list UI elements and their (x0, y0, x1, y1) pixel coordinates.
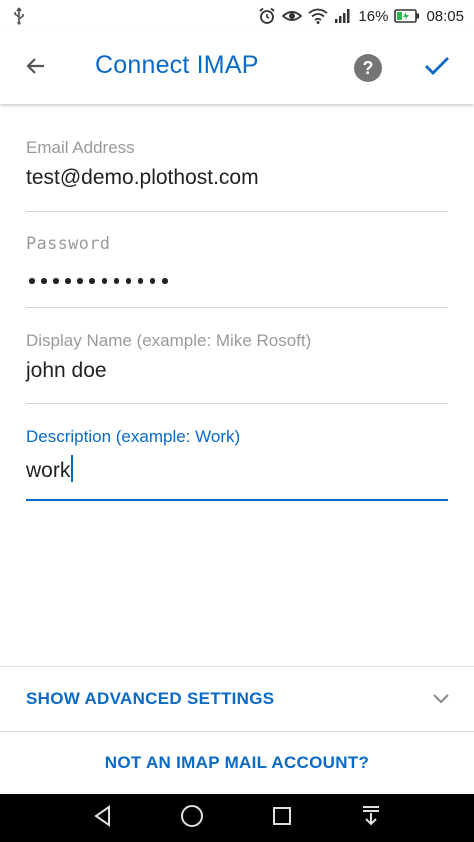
status-bar: 16% 08:05 (0, 0, 474, 32)
back-arrow-icon (24, 54, 48, 83)
system-nav-bar (0, 794, 474, 842)
password-label: Password (26, 234, 111, 254)
app-bar: Connect IMAP ? (0, 32, 474, 104)
display-name-underline (26, 403, 448, 404)
email-label: Email Address (26, 138, 135, 157)
page-title: Connect IMAP (95, 51, 259, 79)
description-underline (26, 499, 448, 501)
wifi-icon (308, 8, 328, 24)
password-mask-dot (29, 278, 35, 284)
email-field[interactable]: Email Address test@demo.plothost.com (26, 138, 448, 213)
alarm-icon (258, 7, 276, 25)
usb-icon (12, 7, 26, 25)
nav-home-icon (179, 803, 205, 834)
screen: 16% 08:05 Connect IMAP ? Email Address t… (0, 0, 474, 842)
text-cursor (71, 455, 74, 482)
status-icons: 16% 08:05 (258, 0, 464, 32)
nav-notifications-button[interactable] (357, 804, 385, 832)
nav-back-icon (91, 804, 115, 833)
password-mask-dot (53, 278, 59, 284)
help-button[interactable]: ? (354, 54, 382, 82)
display-name-field[interactable]: Display Name (example: Mike Rosoft) john… (26, 331, 448, 406)
password-mask-dot (41, 278, 47, 284)
eye-icon (282, 8, 303, 24)
display-name-label: Display Name (example: Mike Rosoft) (26, 331, 312, 350)
email-input[interactable]: test@demo.plothost.com (26, 166, 259, 190)
password-mask-dot (149, 278, 156, 284)
battery-charging-icon (394, 9, 420, 23)
password-input[interactable] (29, 278, 168, 284)
password-underline (26, 307, 448, 308)
nav-back-button[interactable] (89, 804, 117, 832)
display-name-input[interactable]: john doe (26, 359, 107, 383)
description-field[interactable]: Description (example: Work) work (26, 427, 448, 503)
not-imap-label: NOT AN IMAP MAIL ACCOUNT? (104, 753, 370, 772)
nav-home-button[interactable] (178, 804, 206, 832)
nav-notifications-icon (359, 804, 383, 833)
battery-percent: 16% (358, 7, 389, 25)
email-underline (26, 211, 448, 212)
password-mask-dot (162, 278, 168, 284)
description-input[interactable]: work (26, 455, 74, 483)
confirm-button[interactable] (420, 52, 454, 84)
password-mask-dot (89, 278, 95, 284)
description-value: work (26, 459, 71, 482)
password-mask-dot (77, 278, 83, 284)
password-mask-dot (65, 278, 71, 284)
description-label: Description (example: Work) (26, 427, 241, 446)
nav-recents-button[interactable] (268, 804, 296, 832)
chevron-down-icon (432, 689, 450, 707)
status-time: 08:05 (426, 7, 464, 25)
nav-recents-icon (271, 805, 293, 832)
password-field[interactable]: Password (26, 234, 448, 309)
back-button[interactable] (20, 52, 52, 84)
help-icon: ? (362, 57, 374, 78)
show-advanced-settings-button[interactable]: SHOW ADVANCED SETTINGS (0, 667, 474, 731)
advanced-label: SHOW ADVANCED SETTINGS (26, 689, 275, 708)
password-mask-dot (125, 278, 132, 284)
password-mask-dot (101, 278, 108, 284)
checkmark-icon (423, 54, 451, 83)
not-imap-account-button[interactable]: NOT AN IMAP MAIL ACCOUNT? (0, 732, 474, 794)
password-mask-dot (113, 278, 120, 284)
password-mask-dot (137, 278, 144, 284)
signal-icon (334, 8, 352, 24)
